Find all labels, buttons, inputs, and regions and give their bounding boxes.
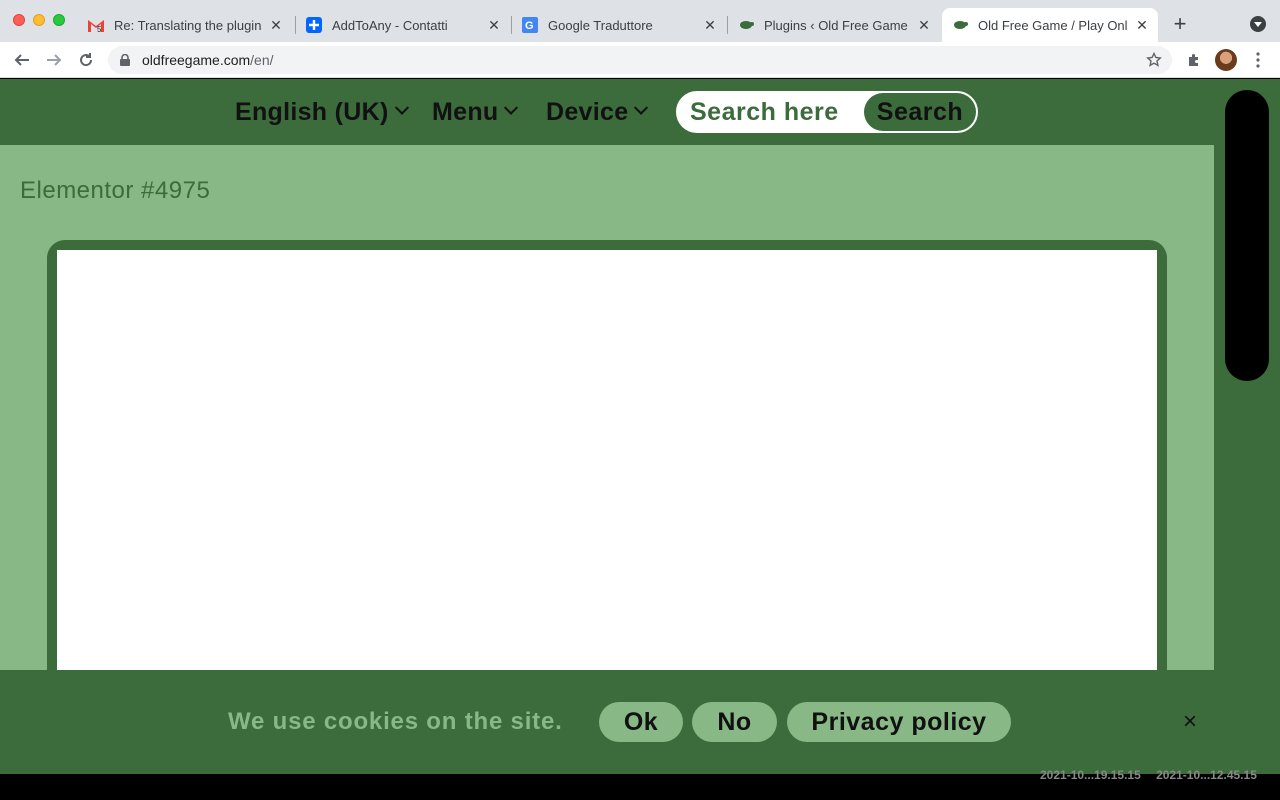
profile-avatar[interactable]: [1215, 49, 1237, 71]
back-button[interactable]: [12, 50, 32, 70]
tab-title: Google Traduttore: [548, 17, 653, 33]
cookie-ok-button[interactable]: Ok: [599, 702, 683, 742]
extensions-puzzle-icon[interactable]: [1184, 50, 1204, 70]
tab-search-icon[interactable]: [1250, 16, 1266, 32]
close-icon[interactable]: ×: [1180, 710, 1200, 734]
turtle-icon: [738, 17, 754, 33]
cookie-message: We use cookies on the site.: [228, 708, 563, 735]
browser-tab-strip: 5 Re: Translating the plugins ✕ AddToAny…: [0, 0, 1280, 42]
device-dropdown[interactable]: Device: [546, 95, 649, 129]
page-title: Elementor #4975: [20, 177, 211, 204]
cookie-banner: We use cookies on the site. Ok No Privac…: [0, 670, 1280, 774]
language-label: English (UK): [235, 97, 389, 126]
addtoany-icon: [306, 17, 322, 33]
browser-tab-plugins[interactable]: Plugins ‹ Old Free Game — ✕: [728, 8, 940, 42]
new-tab-button[interactable]: +: [1170, 13, 1190, 35]
svg-text:G: G: [525, 20, 534, 32]
chevron-down-icon: [504, 100, 519, 115]
browser-toolbar: oldfreegame.com/en/: [0, 42, 1280, 78]
reload-icon: [80, 53, 93, 67]
device-label: Device: [546, 97, 629, 126]
browser-tab-google-translate[interactable]: G Google Traduttore ✕: [512, 8, 726, 42]
cookie-no-button[interactable]: No: [692, 702, 777, 742]
tab-close-icon[interactable]: ✕: [916, 17, 932, 33]
tab-title: Plugins ‹ Old Free Game —: [764, 17, 910, 33]
lock-icon: [120, 54, 132, 66]
privacy-policy-button[interactable]: Privacy policy: [787, 702, 1011, 742]
gmail-badge: 5: [97, 25, 102, 32]
web-page: English (UK) Menu Device Search here Sea…: [0, 79, 1280, 774]
tab-title: Old Free Game / Play Onlin: [978, 17, 1128, 33]
forward-button[interactable]: [44, 50, 64, 70]
tab-title: AddToAny - Contatti: [332, 17, 448, 33]
url-text: oldfreegame.com/en/: [142, 52, 274, 68]
window-zoom-button[interactable]: [53, 14, 65, 26]
browser-tab-old-free-game[interactable]: Old Free Game / Play Onlin ✕: [942, 8, 1158, 42]
search-button[interactable]: Search: [864, 93, 976, 131]
tab-close-icon[interactable]: ✕: [268, 17, 284, 33]
search-input[interactable]: Search here: [678, 98, 864, 127]
chevron-down-icon: [634, 100, 649, 115]
language-dropdown[interactable]: English (UK): [235, 95, 409, 129]
window-close-button[interactable]: [13, 14, 25, 26]
turtle-icon: [952, 17, 968, 33]
browser-tab-addtoany[interactable]: AddToAny - Contatti ✕: [296, 8, 510, 42]
chevron-down-icon: [394, 100, 409, 115]
desktop-file-label[interactable]: 2021-10...19.15.15: [1040, 768, 1141, 782]
browser-tab-gmail[interactable]: 5 Re: Translating the plugins ✕: [78, 8, 292, 42]
site-header: English (UK) Menu Device Search here Sea…: [0, 79, 1214, 145]
menu-label: Menu: [432, 97, 499, 126]
forward-arrow-icon: [47, 54, 62, 66]
site-search: Search here Search: [676, 91, 978, 133]
tab-title: Re: Translating the plugins: [114, 17, 262, 33]
bookmark-star-icon[interactable]: [1146, 51, 1162, 73]
tab-close-icon[interactable]: ✕: [702, 17, 718, 33]
scrollbar-thumb[interactable]: [1225, 90, 1269, 381]
desktop-file-label[interactable]: 2021-10...12.45.15: [1156, 768, 1257, 782]
gmail-icon: 5: [88, 17, 104, 33]
reload-button[interactable]: [76, 50, 96, 70]
window-minimize-button[interactable]: [33, 14, 45, 26]
tab-close-icon[interactable]: ✕: [1134, 17, 1150, 33]
menu-dropdown[interactable]: Menu: [432, 95, 519, 129]
chrome-menu-icon[interactable]: [1248, 50, 1268, 70]
address-bar[interactable]: oldfreegame.com/en/: [108, 46, 1172, 74]
desktop-file-labels: 2021-10...19.15.15 2021-10...12.45.15: [1040, 768, 1257, 782]
google-translate-icon: G: [522, 17, 538, 33]
back-arrow-icon: [14, 54, 29, 66]
tab-close-icon[interactable]: ✕: [486, 17, 502, 33]
